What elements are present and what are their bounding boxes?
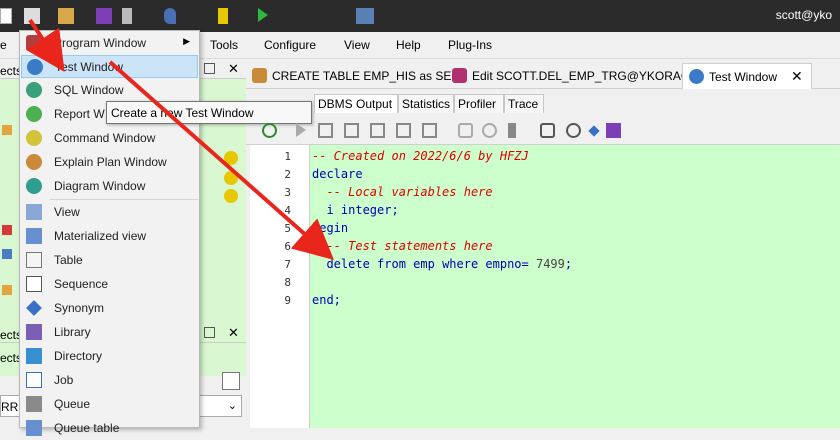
arrow-to-test-window [25, 18, 65, 72]
annotation-arrows [25, 18, 334, 260]
arrow-to-code [108, 60, 334, 260]
